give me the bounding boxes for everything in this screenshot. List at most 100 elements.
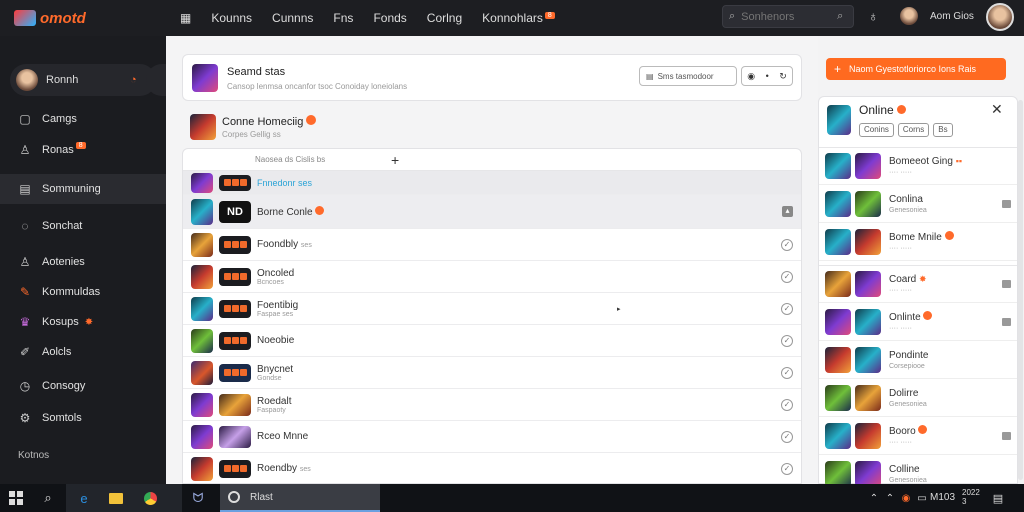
sidebar-item-label: Consogy (42, 380, 86, 392)
right-scrollbar[interactable] (1018, 100, 1023, 480)
chip-bs[interactable]: Bs (933, 123, 953, 137)
row-check-icon[interactable]: ✓ (781, 238, 793, 251)
group-title-text: Conne Homeciig (222, 116, 304, 128)
clock-time[interactable]: M103 (930, 492, 955, 503)
nav-item-fonds[interactable]: Fonds (373, 11, 406, 25)
friend-item[interactable]: Pondinte Corsepiooe (819, 341, 1017, 379)
table-row[interactable]: ND Borne Conle ▴ (183, 195, 801, 229)
notification-icon[interactable]: ♁ (868, 8, 879, 24)
friend-name: Pondinte (889, 349, 929, 361)
table-row[interactable]: Bnycnet Gondse ✓ (183, 357, 801, 389)
table-row[interactable]: Noeobie ✓ (183, 325, 801, 357)
network-icon[interactable]: ▭ (914, 490, 930, 506)
table-row[interactable]: Foondbly ses ✓ (183, 229, 801, 261)
add-icon[interactable]: + (391, 149, 399, 171)
friend-name: Colline (889, 464, 920, 475)
sidebar-footer[interactable]: Kotnos (18, 450, 49, 461)
row-thumbnail (191, 264, 213, 289)
chevron-up-icon-2[interactable]: ⌃ (882, 490, 898, 506)
sidebar-badge: 8 (75, 141, 86, 149)
nav-icon-grid[interactable]: ▦ (180, 11, 191, 25)
online-title-text: Online (859, 103, 894, 117)
row-name: Borne Conle (257, 205, 377, 218)
cta-button[interactable]: + Naom Gyestotloriorco Ions Rais (826, 58, 1006, 80)
sidebar-item-ronas[interactable]: ♙ Ronas 8 (0, 136, 166, 164)
table-row[interactable]: Fnnedonr ses (183, 171, 801, 195)
search-input[interactable] (741, 10, 832, 23)
table-row[interactable]: Roendby ses ✓ (183, 453, 801, 483)
row-check-icon[interactable]: ✓ (781, 270, 793, 283)
friend-name: Dolirre (889, 387, 919, 399)
sidebar-item-aotenies[interactable]: ♙ Aotenies (0, 248, 166, 276)
friend-game-thumbnail (825, 228, 851, 255)
search-box[interactable]: ⌕ ⌕ (722, 5, 854, 28)
row-check-icon[interactable]: ✓ (781, 302, 793, 315)
friend-item[interactable]: Booro ···· ····· (819, 417, 1017, 455)
chip-corns[interactable]: Corns (897, 123, 930, 137)
row-thumbnail (191, 424, 213, 449)
view-toggle[interactable]: ◉ • ↻ (741, 66, 793, 86)
user-avatar-small[interactable] (900, 7, 918, 25)
sidebar-item-sommuning[interactable]: ▤ Sommuning (0, 174, 166, 204)
nav-item-corlng[interactable]: Corlng (427, 11, 462, 25)
top-bar: omotd ▦ Kounns Cunnns Fns Fonds Corlng K… (0, 0, 1024, 36)
file-explorer-icon[interactable] (108, 490, 124, 506)
active-app-icon (228, 491, 240, 503)
sidebar-item-aolcls[interactable]: ✐ Aolcls (0, 338, 166, 366)
friend-item[interactable]: Conlina Genesoniea (819, 185, 1017, 223)
row-text: Rceo Mnne (257, 431, 377, 442)
table-row[interactable]: Oncoled Bcncoes ✓ (183, 261, 801, 293)
nav-item-kounns[interactable]: Kounns (211, 11, 252, 25)
chip-conins[interactable]: Conins (859, 123, 894, 137)
chrome-browser-icon[interactable] (142, 490, 158, 506)
search-icon[interactable]: ⌕ (40, 490, 56, 506)
lock-icon (1002, 280, 1011, 288)
friend-item[interactable]: Onlinte ···· ····· (819, 303, 1017, 341)
sidebar-item-kosups[interactable]: ♛ Kosups ✸ (0, 308, 166, 336)
user-name[interactable]: Aom Gios (930, 11, 974, 22)
sidebar-item-sonchat[interactable]: ◌ Sonchat (0, 212, 166, 240)
row-thumbnail (191, 328, 213, 353)
taskbar-active-app[interactable]: Rlast (220, 484, 380, 512)
friend-avatar (855, 152, 881, 179)
sidebar-item-camgs[interactable]: ▢ Camgs (0, 105, 166, 133)
friend-item[interactable]: Bome Mnile ···· ····· (819, 223, 1017, 261)
sidebar-item-somtols[interactable]: ⚙ Somtols (0, 404, 166, 432)
sidebar-item-consogy[interactable]: ◷ Consogy (0, 372, 166, 400)
nav-item-konnohlars[interactable]: Konnohlars 8 (482, 11, 555, 25)
row-sub: ses (300, 242, 312, 249)
friend-item[interactable]: Bomeeot Ging ▪▪ ···· ····· (819, 147, 1017, 185)
clock-icon: ◷ (19, 379, 31, 393)
row-select-icon[interactable]: ▴ (782, 206, 793, 217)
friend-avatar (855, 190, 881, 217)
chevron-up-icon[interactable]: ⌃ (866, 490, 882, 506)
friend-item[interactable]: Coard ✸ ···· ····· (819, 265, 1017, 303)
table-row[interactable]: Roedalt Faspaoty ✓ (183, 389, 801, 421)
notifications-icon[interactable]: ▤ (990, 490, 1006, 506)
sidebar-user[interactable]: Ronnh ◔ (10, 64, 156, 96)
friend-text: Pondinte Corsepiooe (889, 350, 928, 370)
row-check-icon[interactable]: ✓ (781, 366, 793, 379)
friend-item[interactable]: Dolirre Genesoniea (819, 379, 1017, 417)
windows-start-icon[interactable] (8, 490, 24, 506)
search-card-button[interactable]: ▤ Sms tasmodoor (639, 66, 737, 86)
table-row[interactable]: Rceo Mnne ✓ (183, 421, 801, 453)
nav-item-fns[interactable]: Fns (333, 11, 353, 25)
app-logo[interactable]: omotd (0, 10, 150, 27)
sidebar-item-kommuldas[interactable]: ✎ Kommuldas (0, 278, 166, 306)
close-icon[interactable]: ✕ (991, 101, 1003, 118)
table-row[interactable]: Foentibig Faspae ses ▸ ✓ (183, 293, 801, 325)
clock-date[interactable]: 2022 3 (962, 488, 986, 506)
row-check-icon[interactable]: ✓ (781, 398, 793, 411)
logo-text: omotd (40, 9, 86, 27)
row-check-icon[interactable]: ✓ (781, 462, 793, 475)
edge-browser-icon[interactable]: e (76, 490, 92, 506)
search-submit-icon[interactable]: ⌕ (837, 10, 843, 23)
profile-avatar[interactable] (986, 3, 1014, 31)
app-icon[interactable]: ᗢ (190, 490, 206, 506)
tray-app-icon[interactable]: ◉ (898, 490, 914, 506)
nav-item-cunnns[interactable]: Cunnns (272, 11, 313, 25)
row-check-icon[interactable]: ✓ (781, 430, 793, 443)
row-check-icon[interactable]: ✓ (781, 334, 793, 347)
friend-text: Conlina Genesoniea (889, 194, 927, 214)
